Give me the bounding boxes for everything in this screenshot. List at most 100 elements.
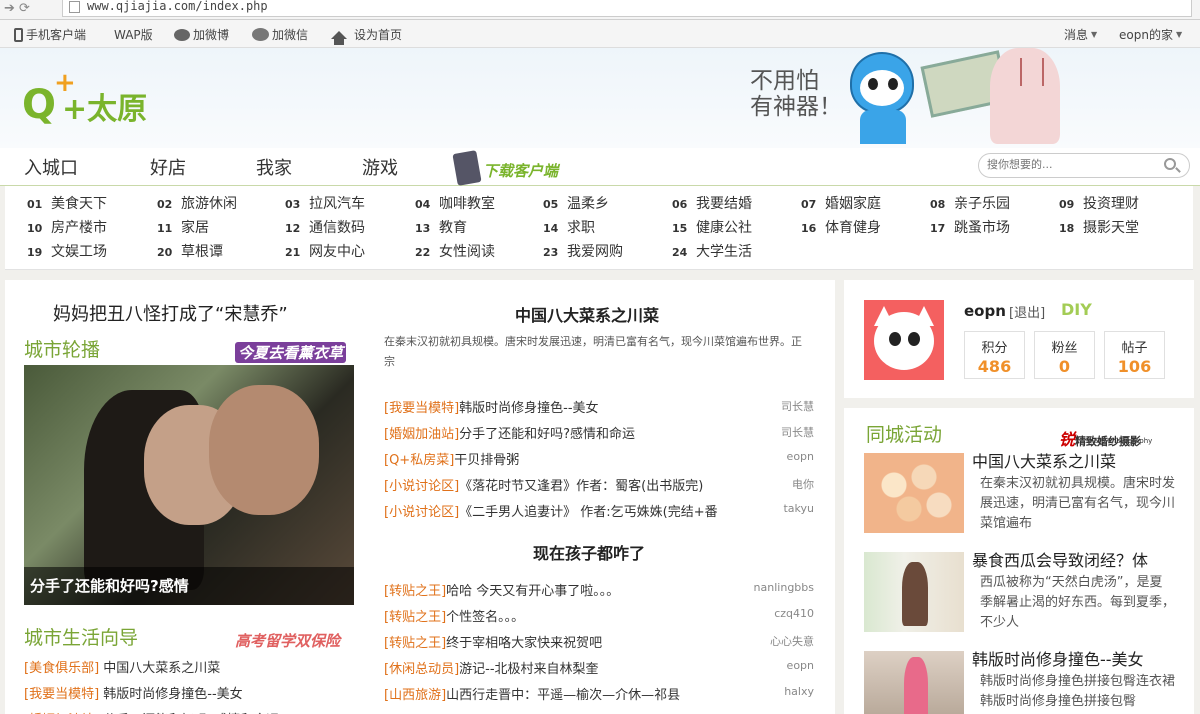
- forum-post-author[interactable]: 心心失意: [770, 633, 814, 649]
- category-item[interactable]: 05 温柔乡: [543, 193, 609, 213]
- carousel-image[interactable]: 分手了还能和好吗?感情: [24, 365, 354, 605]
- category-item[interactable]: 11 家居: [157, 217, 209, 237]
- category-item[interactable]: 09 投资理财: [1059, 193, 1139, 213]
- forum-post-author[interactable]: czq410: [774, 607, 814, 620]
- category-item[interactable]: 08 亲子乐园: [930, 193, 1010, 213]
- forum-post-title[interactable]: [我要当模特]韩版时尚修身撞色--美女: [384, 397, 599, 416]
- tab-good-shops[interactable]: 好店: [150, 154, 186, 180]
- forum-post-author[interactable]: takyu: [783, 502, 814, 515]
- block1-title[interactable]: 中国八大菜系之川菜: [515, 302, 659, 326]
- forum-post-text[interactable]: 游记--北极村来自林梨奎: [459, 662, 598, 677]
- category-item[interactable]: 04 咖啡教室: [415, 193, 495, 213]
- forum-board-tag[interactable]: [婚姻加油站]: [384, 427, 459, 442]
- forum-post-title[interactable]: [山西旅游]山西行走晋中：平遥—榆次—介休—祁县: [384, 684, 680, 703]
- guide-item-tag[interactable]: [我要当模特]: [24, 687, 99, 702]
- logout-link[interactable]: [退出]: [1009, 302, 1045, 321]
- forum-post-text[interactable]: 干贝排骨粥: [454, 453, 519, 468]
- forum-post-title[interactable]: [婚姻加油站]分手了还能和好吗?感情和命运: [384, 423, 635, 442]
- forum-post-row[interactable]: [休闲总动员]游记--北极村来自林梨奎 eopn: [384, 658, 814, 678]
- forum-post-row[interactable]: [转贴之王]哈哈 今天又有开心事了啦。。。 nanlingbbs: [384, 580, 814, 600]
- activity-title[interactable]: 韩版时尚修身撞色--美女: [972, 646, 1144, 670]
- add-weibo-link[interactable]: 加微博: [174, 26, 229, 43]
- forum-post-author[interactable]: halxy: [784, 685, 814, 698]
- back-forward-reload-icons[interactable]: ➔ ⟳: [4, 1, 30, 16]
- forum-board-tag[interactable]: [转贴之王]: [384, 584, 446, 599]
- guide-list-item[interactable]: [我要当模特] 韩版时尚修身撞色--美女: [24, 683, 243, 702]
- forum-post-row[interactable]: [转贴之王]终于宰相咯大家快来祝贺吧 心心失意: [384, 632, 814, 652]
- guide-list-item[interactable]: [美食俱乐部] 中国八大菜系之川菜: [24, 657, 220, 676]
- forum-post-author[interactable]: 司长慧: [781, 398, 814, 414]
- forum-post-title[interactable]: [转贴之王]哈哈 今天又有开心事了啦。。。: [384, 580, 619, 599]
- forum-post-row[interactable]: [婚姻加油站]分手了还能和好吗?感情和命运 司长慧: [384, 423, 814, 443]
- guide-promo[interactable]: 高考留学双保险: [235, 630, 340, 651]
- category-item[interactable]: 06 我要结婚: [672, 193, 752, 213]
- set-home-link[interactable]: 设为首页: [331, 26, 402, 45]
- category-item[interactable]: 10 房产楼市: [27, 217, 107, 237]
- forum-board-tag[interactable]: [小说讨论区]: [384, 479, 459, 494]
- activity-thumbnail-fashion[interactable]: [864, 651, 964, 714]
- forum-post-author[interactable]: 司长慧: [781, 424, 814, 440]
- forum-post-row[interactable]: [山西旅游]山西行走晋中：平遥—榆次—介休—祁县 halxy: [384, 684, 814, 704]
- forum-post-text[interactable]: 韩版时尚修身撞色--美女: [459, 401, 598, 416]
- forum-board-tag[interactable]: [Q+私房菜]: [384, 453, 454, 468]
- forum-post-title[interactable]: [转贴之王]个性签名。。。: [384, 606, 524, 625]
- search-icon[interactable]: [1164, 158, 1176, 170]
- search-input[interactable]: [987, 158, 1157, 171]
- category-item[interactable]: 20 草根谭: [157, 241, 223, 261]
- forum-post-row[interactable]: [Q+私房菜]干贝排骨粥 eopn: [384, 449, 814, 469]
- forum-board-tag[interactable]: [我要当模特]: [384, 401, 459, 416]
- forum-post-text[interactable]: 终于宰相咯大家快来祝贺吧: [446, 636, 602, 651]
- category-item[interactable]: 14 求职: [543, 217, 595, 237]
- category-item[interactable]: 19 文娱工场: [27, 241, 107, 261]
- forum-post-author[interactable]: nanlingbbs: [754, 581, 814, 594]
- add-weixin-link[interactable]: 加微信: [252, 26, 308, 43]
- forum-post-author[interactable]: eopn: [787, 450, 814, 463]
- tab-my-home[interactable]: 我家: [256, 154, 292, 180]
- category-item[interactable]: 12 通信数码: [285, 217, 365, 237]
- forum-post-row[interactable]: [小说讨论区]《落花时节又逢君》作者：蜀客(出书版完) 电你: [384, 475, 814, 495]
- guide-list-item[interactable]: [婚姻加油站] 分手了还能和好吗?感情和命运: [24, 709, 279, 714]
- forum-post-row[interactable]: [我要当模特]韩版时尚修身撞色--美女 司长慧: [384, 397, 814, 417]
- forum-board-tag[interactable]: [山西旅游]: [384, 688, 446, 703]
- forum-board-tag[interactable]: [小说讨论区]: [384, 505, 459, 520]
- avatar[interactable]: [864, 300, 944, 380]
- carousel-promo[interactable]: 今夏去看薰衣草: [235, 342, 347, 363]
- category-item[interactable]: 23 我爱网购: [543, 241, 623, 261]
- category-item[interactable]: 07 婚姻家庭: [801, 193, 881, 213]
- activity-thumbnail-girl[interactable]: [864, 552, 964, 632]
- forum-post-title[interactable]: [小说讨论区]《落花时节又逢君》作者：蜀客(出书版完): [384, 475, 703, 494]
- forum-post-title[interactable]: [休闲总动员]游记--北极村来自林梨奎: [384, 658, 599, 677]
- mobile-client-link[interactable]: 手机客户端: [14, 26, 86, 43]
- messages-menu[interactable]: 消息 ▼: [1064, 26, 1097, 43]
- category-item[interactable]: 16 体育健身: [801, 217, 881, 237]
- forum-post-title[interactable]: [小说讨论区]《二手男人追妻计》 作者:乞丐姝姝(完结+番: [384, 501, 718, 520]
- activity-title[interactable]: 暴食西瓜会导致闭经？体: [972, 547, 1148, 571]
- wap-link[interactable]: WAP版: [114, 26, 153, 43]
- forum-post-title[interactable]: [Q+私房菜]干贝排骨粥: [384, 449, 519, 468]
- url-field[interactable]: www.qjiajia.com/index.php: [62, 0, 1192, 17]
- user-stat[interactable]: 帖子 106: [1104, 331, 1165, 379]
- guide-item-text[interactable]: 中国八大菜系之川菜: [103, 661, 220, 676]
- category-item[interactable]: 02 旅游休闲: [157, 193, 237, 213]
- category-item[interactable]: 03 拉风汽车: [285, 193, 365, 213]
- category-item[interactable]: 01 美食天下: [27, 193, 107, 213]
- wedding-photo-sponsor[interactable]: 锐精致婚纱摄影 Sharp Photography: [1059, 426, 1152, 450]
- forum-post-author[interactable]: 电你: [792, 476, 814, 492]
- user-stat[interactable]: 积分 486: [964, 331, 1025, 379]
- username[interactable]: eopn: [964, 302, 1006, 320]
- forum-post-title[interactable]: [转贴之王]终于宰相咯大家快来祝贺吧: [384, 632, 602, 651]
- category-item[interactable]: 22 女性阅读: [415, 241, 495, 261]
- category-item[interactable]: 17 跳蚤市场: [930, 217, 1010, 237]
- category-item[interactable]: 13 教育: [415, 217, 467, 237]
- forum-post-row[interactable]: [小说讨论区]《二手男人追妻计》 作者:乞丐姝姝(完结+番 takyu: [384, 501, 814, 521]
- forum-post-row[interactable]: [转贴之王]个性签名。。。 czq410: [384, 606, 814, 626]
- forum-board-tag[interactable]: [转贴之王]: [384, 610, 446, 625]
- forum-board-tag[interactable]: [休闲总动员]: [384, 662, 459, 677]
- carousel-caption[interactable]: 分手了还能和好吗?感情: [30, 575, 189, 596]
- guide-item-tag[interactable]: [美食俱乐部]: [24, 661, 99, 676]
- activity-thumbnail-food[interactable]: [864, 453, 964, 533]
- tab-entrance[interactable]: 入城口: [24, 154, 78, 180]
- guide-item-text[interactable]: 韩版时尚修身撞色--美女: [103, 687, 242, 702]
- featured-headline[interactable]: 妈妈把丑八怪打成了“宋慧乔”: [53, 300, 288, 326]
- user-stat[interactable]: 粉丝 0: [1034, 331, 1095, 379]
